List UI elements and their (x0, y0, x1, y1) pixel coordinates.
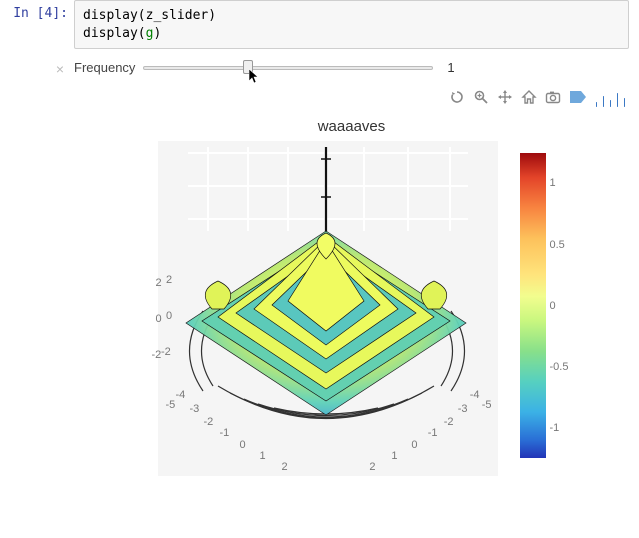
close-icon[interactable]: × (56, 61, 64, 77)
z-tick-2: 2 (156, 277, 162, 289)
colorbar: 1 0.5 0 -0.5 -1 (520, 153, 546, 458)
slider-label: Frequency (74, 60, 135, 75)
home-icon[interactable] (521, 89, 537, 110)
z-tick-m2: -2 (152, 349, 162, 361)
cb-tick-1: 1 (550, 177, 556, 189)
x-tick--2: -2 (204, 416, 214, 428)
y-tick--1: -1 (428, 427, 438, 439)
y-tick--3: -3 (458, 403, 468, 415)
plot-toolbar (74, 89, 629, 110)
cb-tick-m05: -0.5 (550, 361, 569, 373)
reset-view-icon[interactable] (449, 89, 465, 110)
code-input[interactable]: display(z_slider) display(g) (74, 0, 629, 49)
z-tick-0: 0 (156, 313, 162, 325)
y-tick--4: -4 (470, 389, 480, 401)
x-tick--5: -5 (166, 399, 176, 411)
cb-tick-05: 0.5 (550, 239, 565, 251)
svg-text:2: 2 (166, 274, 172, 286)
pan-icon[interactable] (497, 89, 513, 110)
frequency-slider[interactable] (143, 59, 433, 75)
output-area: × Frequency 1 (0, 53, 639, 476)
surface-plot-3d[interactable]: 2 0 -2 2 0 -2 -4 -5 -3 -2 -1 0 1 2 -5 -4 (158, 141, 498, 476)
x-tick-0: 0 (240, 439, 246, 451)
slider-thumb[interactable] (243, 60, 253, 74)
frequency-slider-widget: Frequency 1 (74, 53, 629, 77)
y-tick-0: 0 (411, 439, 417, 451)
bars-icon[interactable] (595, 89, 625, 110)
cb-tick-m1: -1 (550, 422, 560, 434)
tag-icon[interactable] (569, 89, 587, 110)
input-prompt: In [4]: (0, 0, 74, 27)
x-tick-1: 1 (260, 450, 266, 462)
y-tick--5: -5 (482, 399, 492, 411)
code-cell: In [4]: display(z_slider) display(g) (0, 0, 639, 49)
cb-tick-0: 0 (550, 300, 556, 312)
svg-text:-2: -2 (161, 346, 171, 358)
x-tick--1: -1 (220, 427, 230, 439)
y-tick-1: 1 (391, 450, 397, 462)
x-tick-2: 2 (282, 461, 288, 473)
zoom-icon[interactable] (473, 89, 489, 110)
slider-value: 1 (447, 60, 454, 75)
x-tick--3: -3 (190, 403, 200, 415)
slider-track (143, 66, 433, 70)
x-tick--4: -4 (176, 389, 186, 401)
plot-title: waaaaves (74, 118, 629, 135)
camera-icon[interactable] (545, 89, 561, 110)
colorbar-gradient (520, 153, 546, 458)
y-tick--2: -2 (444, 416, 454, 428)
svg-text:0: 0 (166, 310, 172, 322)
y-tick-2: 2 (369, 461, 375, 473)
